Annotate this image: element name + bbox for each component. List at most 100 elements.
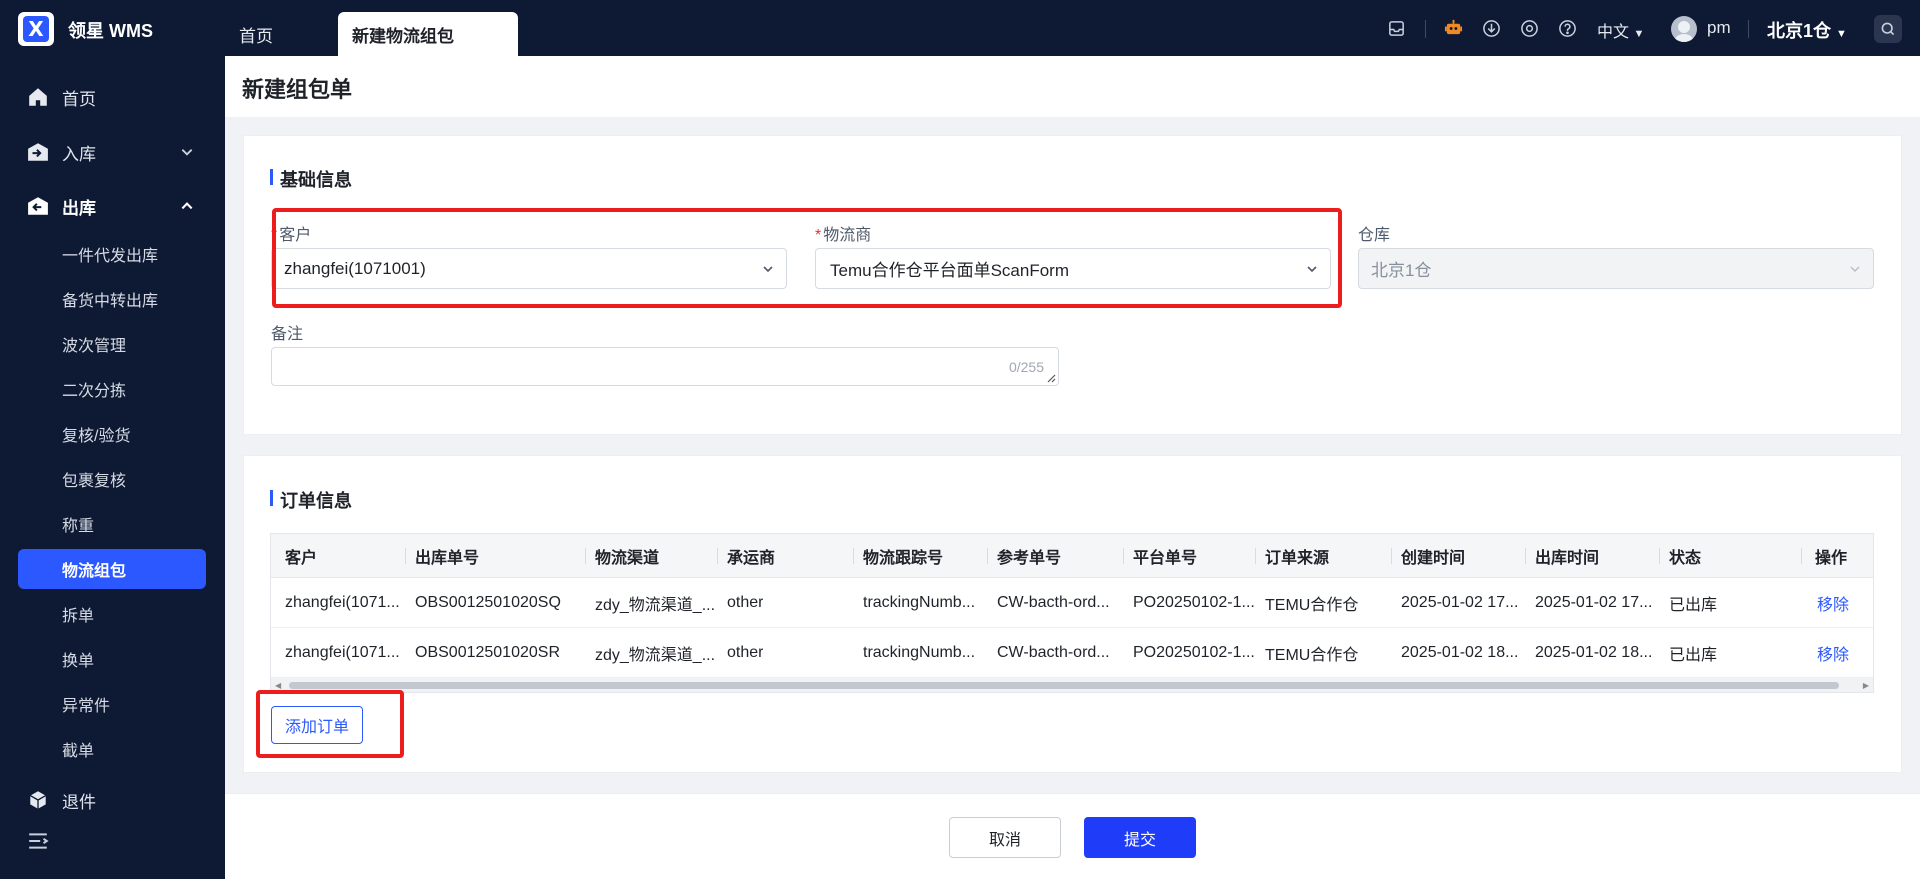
column-divider xyxy=(405,548,406,564)
cell-customer: zhangfei(1071... xyxy=(285,643,400,661)
column-header: 订单来源 xyxy=(1265,549,1330,567)
column-divider xyxy=(1659,548,1660,564)
cell-platform-no: PO20250102-1... xyxy=(1133,593,1255,611)
sidebar-subitem-review-inspection[interactable]: 复核/验货 xyxy=(62,414,130,454)
robot-icon[interactable] xyxy=(1444,18,1463,37)
remark-textarea[interactable]: 0/255 xyxy=(271,347,1059,386)
app-logo[interactable]: X xyxy=(18,12,54,46)
sidebar-item-label: 出库 xyxy=(62,198,96,218)
column-divider xyxy=(1391,548,1392,564)
required-mark: * xyxy=(271,227,278,244)
submit-button[interactable]: 提交 xyxy=(1084,817,1196,858)
remove-link[interactable]: 移除 xyxy=(1817,578,1849,627)
remark-label: 备注 xyxy=(271,326,304,343)
table-header: 客户 出库单号 物流渠道 承运商 物流跟踪号 参考单号 平台单号 订单来源 创建… xyxy=(271,534,1873,578)
top-bar: X 领星 WMS 首页 新建物流组包 中文 ▼ pm 北京1仓 ▼ xyxy=(0,0,1920,56)
sidebar-item-return[interactable]: 退件 xyxy=(0,780,225,820)
scroll-right-icon[interactable]: ▶ xyxy=(1863,681,1869,690)
sidebar-subitem-wave-management[interactable]: 波次管理 xyxy=(62,324,126,364)
download-icon[interactable] xyxy=(1482,19,1501,38)
warehouse-value: 北京1仓 xyxy=(1371,261,1432,280)
cell-created-time: 2025-01-02 18... xyxy=(1401,643,1519,661)
sidebar-subitem-dropship-outbound[interactable]: 一件代发出库 xyxy=(62,234,158,274)
search-icon[interactable] xyxy=(1874,15,1902,43)
orders-table: 客户 出库单号 物流渠道 承运商 物流跟踪号 参考单号 平台单号 订单来源 创建… xyxy=(270,533,1874,693)
help-icon[interactable] xyxy=(1558,19,1577,38)
column-header: 创建时间 xyxy=(1401,549,1466,567)
page-header xyxy=(225,56,1920,117)
settings-icon[interactable] xyxy=(1520,19,1539,38)
column-divider xyxy=(1525,548,1526,564)
sidebar-subitem-split-order[interactable]: 拆单 xyxy=(62,594,94,634)
warehouse-select: 北京1仓 xyxy=(1358,248,1874,289)
order-info-title: 订单信息 xyxy=(270,487,352,513)
warehouse-switch[interactable]: 北京1仓 ▼ xyxy=(1767,17,1847,43)
sidebar-subitem-secondary-sorting[interactable]: 二次分拣 xyxy=(62,369,126,409)
chevron-down-icon xyxy=(181,149,193,156)
sidebar-item-home[interactable]: 首页 xyxy=(0,77,225,117)
sidebar-subitem-weighing[interactable]: 称重 xyxy=(62,504,94,544)
divider xyxy=(1425,20,1426,38)
sidebar-subitem-change-order[interactable]: 换单 xyxy=(62,639,94,679)
sidebar-subitem-intercept[interactable]: 截单 xyxy=(62,729,94,769)
inbound-icon xyxy=(26,140,50,164)
return-icon xyxy=(26,788,50,812)
resize-handle-icon[interactable] xyxy=(1046,373,1056,383)
cell-customer: zhangfei(1071... xyxy=(285,593,400,611)
home-icon xyxy=(26,85,50,109)
menu-collapse-icon[interactable] xyxy=(27,830,49,852)
customer-label-text: 客户 xyxy=(279,227,312,244)
sidebar-item-outbound[interactable]: 出库 xyxy=(0,186,225,226)
customer-select[interactable]: zhangfei(1071001) xyxy=(271,248,787,289)
language-label: 中文 xyxy=(1597,24,1630,41)
chevron-up-icon xyxy=(181,202,193,210)
horizontal-scrollbar[interactable]: ◀ ▶ xyxy=(271,678,1873,692)
warehouse-label: 仓库 xyxy=(1358,227,1391,244)
remove-link[interactable]: 移除 xyxy=(1817,628,1849,677)
carrier-value: Temu合作仓平台面单ScanForm xyxy=(830,261,1069,280)
column-header: 出库单号 xyxy=(415,549,480,567)
sidebar-subitem-transfer-outbound[interactable]: 备货中转出库 xyxy=(62,279,158,319)
column-header: 物流渠道 xyxy=(595,549,660,567)
column-divider xyxy=(853,548,854,564)
carrier-select[interactable]: Temu合作仓平台面单ScanForm xyxy=(815,248,1331,289)
cell-outbound-no: OBS0012501020SQ xyxy=(415,593,561,611)
column-divider xyxy=(1801,548,1802,564)
required-mark: * xyxy=(815,227,822,244)
user-name[interactable]: pm xyxy=(1707,18,1731,38)
language-select[interactable]: 中文 ▼ xyxy=(1597,18,1644,42)
cell-created-time: 2025-01-02 17... xyxy=(1401,593,1519,611)
sidebar-subitem-exception[interactable]: 异常件 xyxy=(62,684,110,724)
scrollbar-thumb[interactable] xyxy=(289,682,1839,689)
chevron-down-icon xyxy=(1850,266,1860,272)
basic-info-title: 基础信息 xyxy=(270,166,352,192)
brand-name: 领星 WMS xyxy=(68,21,153,41)
cell-order-source: TEMU合作仓 xyxy=(1265,646,1359,664)
chevron-down-icon: ▼ xyxy=(1836,28,1847,40)
inbox-icon[interactable] xyxy=(1387,19,1406,38)
tab-home[interactable]: 首页 xyxy=(225,12,287,56)
cancel-button[interactable]: 取消 xyxy=(949,817,1061,858)
cell-carrier: other xyxy=(727,643,764,661)
column-header: 参考单号 xyxy=(997,549,1062,567)
sidebar-item-label: 退件 xyxy=(62,792,96,812)
cell-tracking-no: trackingNumb... xyxy=(863,643,976,661)
table-row: zhangfei(1071... OBS0012501020SR zdy_物流渠… xyxy=(271,628,1873,678)
char-counter: 0/255 xyxy=(1008,359,1044,375)
cell-carrier: other xyxy=(727,593,764,611)
sidebar-item-label: 入库 xyxy=(62,144,96,164)
sidebar-item-inbound[interactable]: 入库 xyxy=(0,132,225,172)
column-header: 状态 xyxy=(1669,549,1702,567)
tab-new-logistics-package[interactable]: 新建物流组包 xyxy=(338,12,518,56)
add-order-button[interactable]: 添加订单 xyxy=(271,706,363,744)
column-header: 出库时间 xyxy=(1535,549,1600,567)
sidebar-subitem-package-review[interactable]: 包裹复核 xyxy=(62,459,126,499)
avatar[interactable] xyxy=(1671,16,1697,42)
column-divider xyxy=(987,548,988,564)
scroll-left-icon[interactable]: ◀ xyxy=(275,681,281,690)
column-header: 客户 xyxy=(285,549,318,567)
warehouse-label: 北京1仓 xyxy=(1767,21,1832,41)
sidebar-subitem-logistics-package[interactable]: 物流组包 xyxy=(18,549,206,589)
page-title: 新建组包单 xyxy=(242,77,353,102)
cell-status: 已出库 xyxy=(1669,646,1718,664)
